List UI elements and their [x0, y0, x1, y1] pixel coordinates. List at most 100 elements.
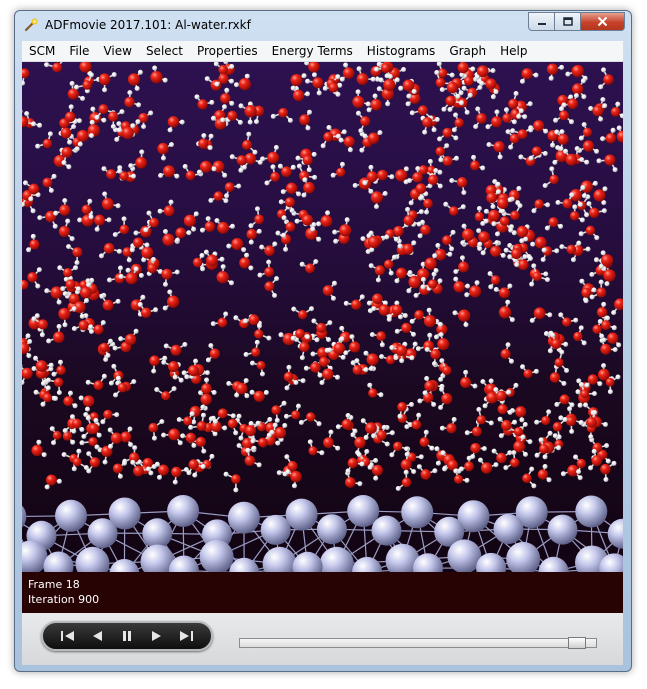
oxygen-atom	[567, 98, 579, 110]
hydrogen-atom	[278, 199, 284, 205]
hydrogen-atom	[511, 119, 517, 125]
oxygen-atom	[45, 474, 57, 486]
hydrogen-atom	[359, 147, 365, 153]
hydrogen-atom	[100, 320, 106, 326]
oxygen-atom	[605, 132, 617, 144]
hydrogen-atom	[272, 422, 278, 428]
hydrogen-atom	[556, 445, 561, 451]
oxygen-atom	[42, 177, 53, 188]
hydrogen-atom	[307, 439, 313, 445]
hydrogen-atom	[69, 81, 75, 86]
hydrogen-atom	[314, 337, 320, 343]
hydrogen-atom	[415, 166, 421, 172]
step-forward-button[interactable]	[146, 627, 168, 645]
oxygen-atom	[372, 293, 383, 305]
hydrogen-atom	[447, 107, 453, 112]
maximize-button[interactable]	[554, 12, 581, 31]
menu-view[interactable]: View	[96, 41, 138, 61]
hydrogen-atom	[433, 168, 439, 174]
frame-slider[interactable]	[239, 637, 597, 649]
oxygen-atom	[72, 457, 82, 467]
hydrogen-atom	[114, 412, 120, 418]
hydrogen-atom	[418, 454, 424, 460]
oxygen-atom	[457, 309, 471, 322]
hydrogen-atom	[74, 84, 79, 90]
hydrogen-atom	[71, 124, 77, 130]
hydrogen-atom	[289, 208, 295, 213]
hydrogen-atom	[368, 188, 374, 194]
hydrogen-atom	[254, 119, 259, 125]
hydrogen-atom	[546, 409, 552, 415]
hydrogen-atom	[523, 236, 529, 242]
skip-to-end-button[interactable]	[175, 627, 197, 645]
hydrogen-atom	[454, 155, 459, 161]
close-button[interactable]	[580, 12, 625, 31]
oxygen-atom	[333, 342, 346, 355]
oxygen-atom	[360, 116, 371, 127]
skip-to-start-button[interactable]	[57, 627, 79, 645]
menu-scm[interactable]: SCM	[22, 41, 62, 61]
oxygen-atom	[42, 138, 53, 149]
hydrogen-atom	[169, 142, 174, 148]
menu-file[interactable]: File	[62, 41, 96, 61]
menu-histograms[interactable]: Histograms	[360, 41, 443, 61]
oxygen-atom	[370, 98, 382, 111]
hydrogen-atom	[544, 225, 550, 231]
hydrogen-atom	[133, 328, 139, 334]
hydrogen-atom	[394, 77, 400, 83]
oxygen-atom	[424, 380, 436, 392]
hydrogen-atom	[180, 433, 186, 439]
hydrogen-atom	[411, 331, 416, 337]
hydrogen-atom	[56, 478, 62, 484]
hydrogen-atom	[443, 201, 449, 207]
hydrogen-atom	[88, 214, 94, 220]
oxygen-atom	[603, 269, 616, 282]
oxygen-atom	[42, 393, 53, 403]
hydrogen-atom	[493, 387, 499, 393]
oxygen-atom	[119, 224, 130, 235]
oxygen-atom	[420, 469, 431, 480]
hydrogen-atom	[182, 164, 188, 169]
oxygen-atom	[463, 76, 474, 86]
menu-help[interactable]: Help	[493, 41, 534, 61]
menu-energy-terms[interactable]: Energy Terms	[265, 41, 360, 61]
molecular-scene[interactable]	[22, 62, 623, 572]
hydrogen-atom	[203, 249, 209, 255]
hydrogen-atom	[534, 419, 540, 425]
oxygen-atom	[56, 365, 66, 375]
hydrogen-atom	[376, 86, 382, 92]
hydrogen-atom	[30, 208, 36, 214]
oxygen-atom	[442, 127, 453, 138]
aluminum-atom	[43, 551, 74, 572]
hydrogen-atom	[508, 227, 514, 233]
oxygen-atom	[401, 322, 412, 334]
menu-select[interactable]: Select	[139, 41, 190, 61]
hydrogen-atom	[325, 210, 331, 216]
minimize-button[interactable]	[528, 12, 555, 31]
hydrogen-atom	[128, 442, 134, 448]
hydrogen-atom	[69, 236, 75, 242]
hydrogen-atom	[453, 135, 459, 141]
menu-graph[interactable]: Graph	[442, 41, 493, 61]
menu-properties[interactable]: Properties	[190, 41, 265, 61]
pause-button[interactable]	[116, 627, 138, 645]
oxygen-atom	[393, 441, 403, 451]
hydrogen-atom	[77, 217, 83, 223]
aluminum-atom	[371, 515, 402, 546]
hydrogen-atom	[339, 325, 345, 331]
hydrogen-atom	[118, 265, 123, 271]
oxygen-atom	[312, 77, 324, 89]
hydrogen-atom	[208, 343, 214, 349]
oxygen-atom	[141, 246, 154, 259]
oxygen-atom	[98, 104, 109, 115]
hydrogen-atom	[174, 269, 180, 275]
oxygen-atom	[339, 224, 352, 237]
step-back-button[interactable]	[86, 627, 108, 645]
molecule-viewport[interactable]	[22, 62, 623, 572]
hydrogen-atom	[406, 288, 412, 294]
title-bar[interactable]: ADFmovie 2017.101: Al-water.rxkf	[15, 11, 631, 39]
hydrogen-atom	[62, 428, 68, 434]
frame-slider-thumb[interactable]	[568, 637, 586, 649]
oxygen-atom	[533, 307, 546, 320]
aluminum-atom	[75, 546, 110, 572]
